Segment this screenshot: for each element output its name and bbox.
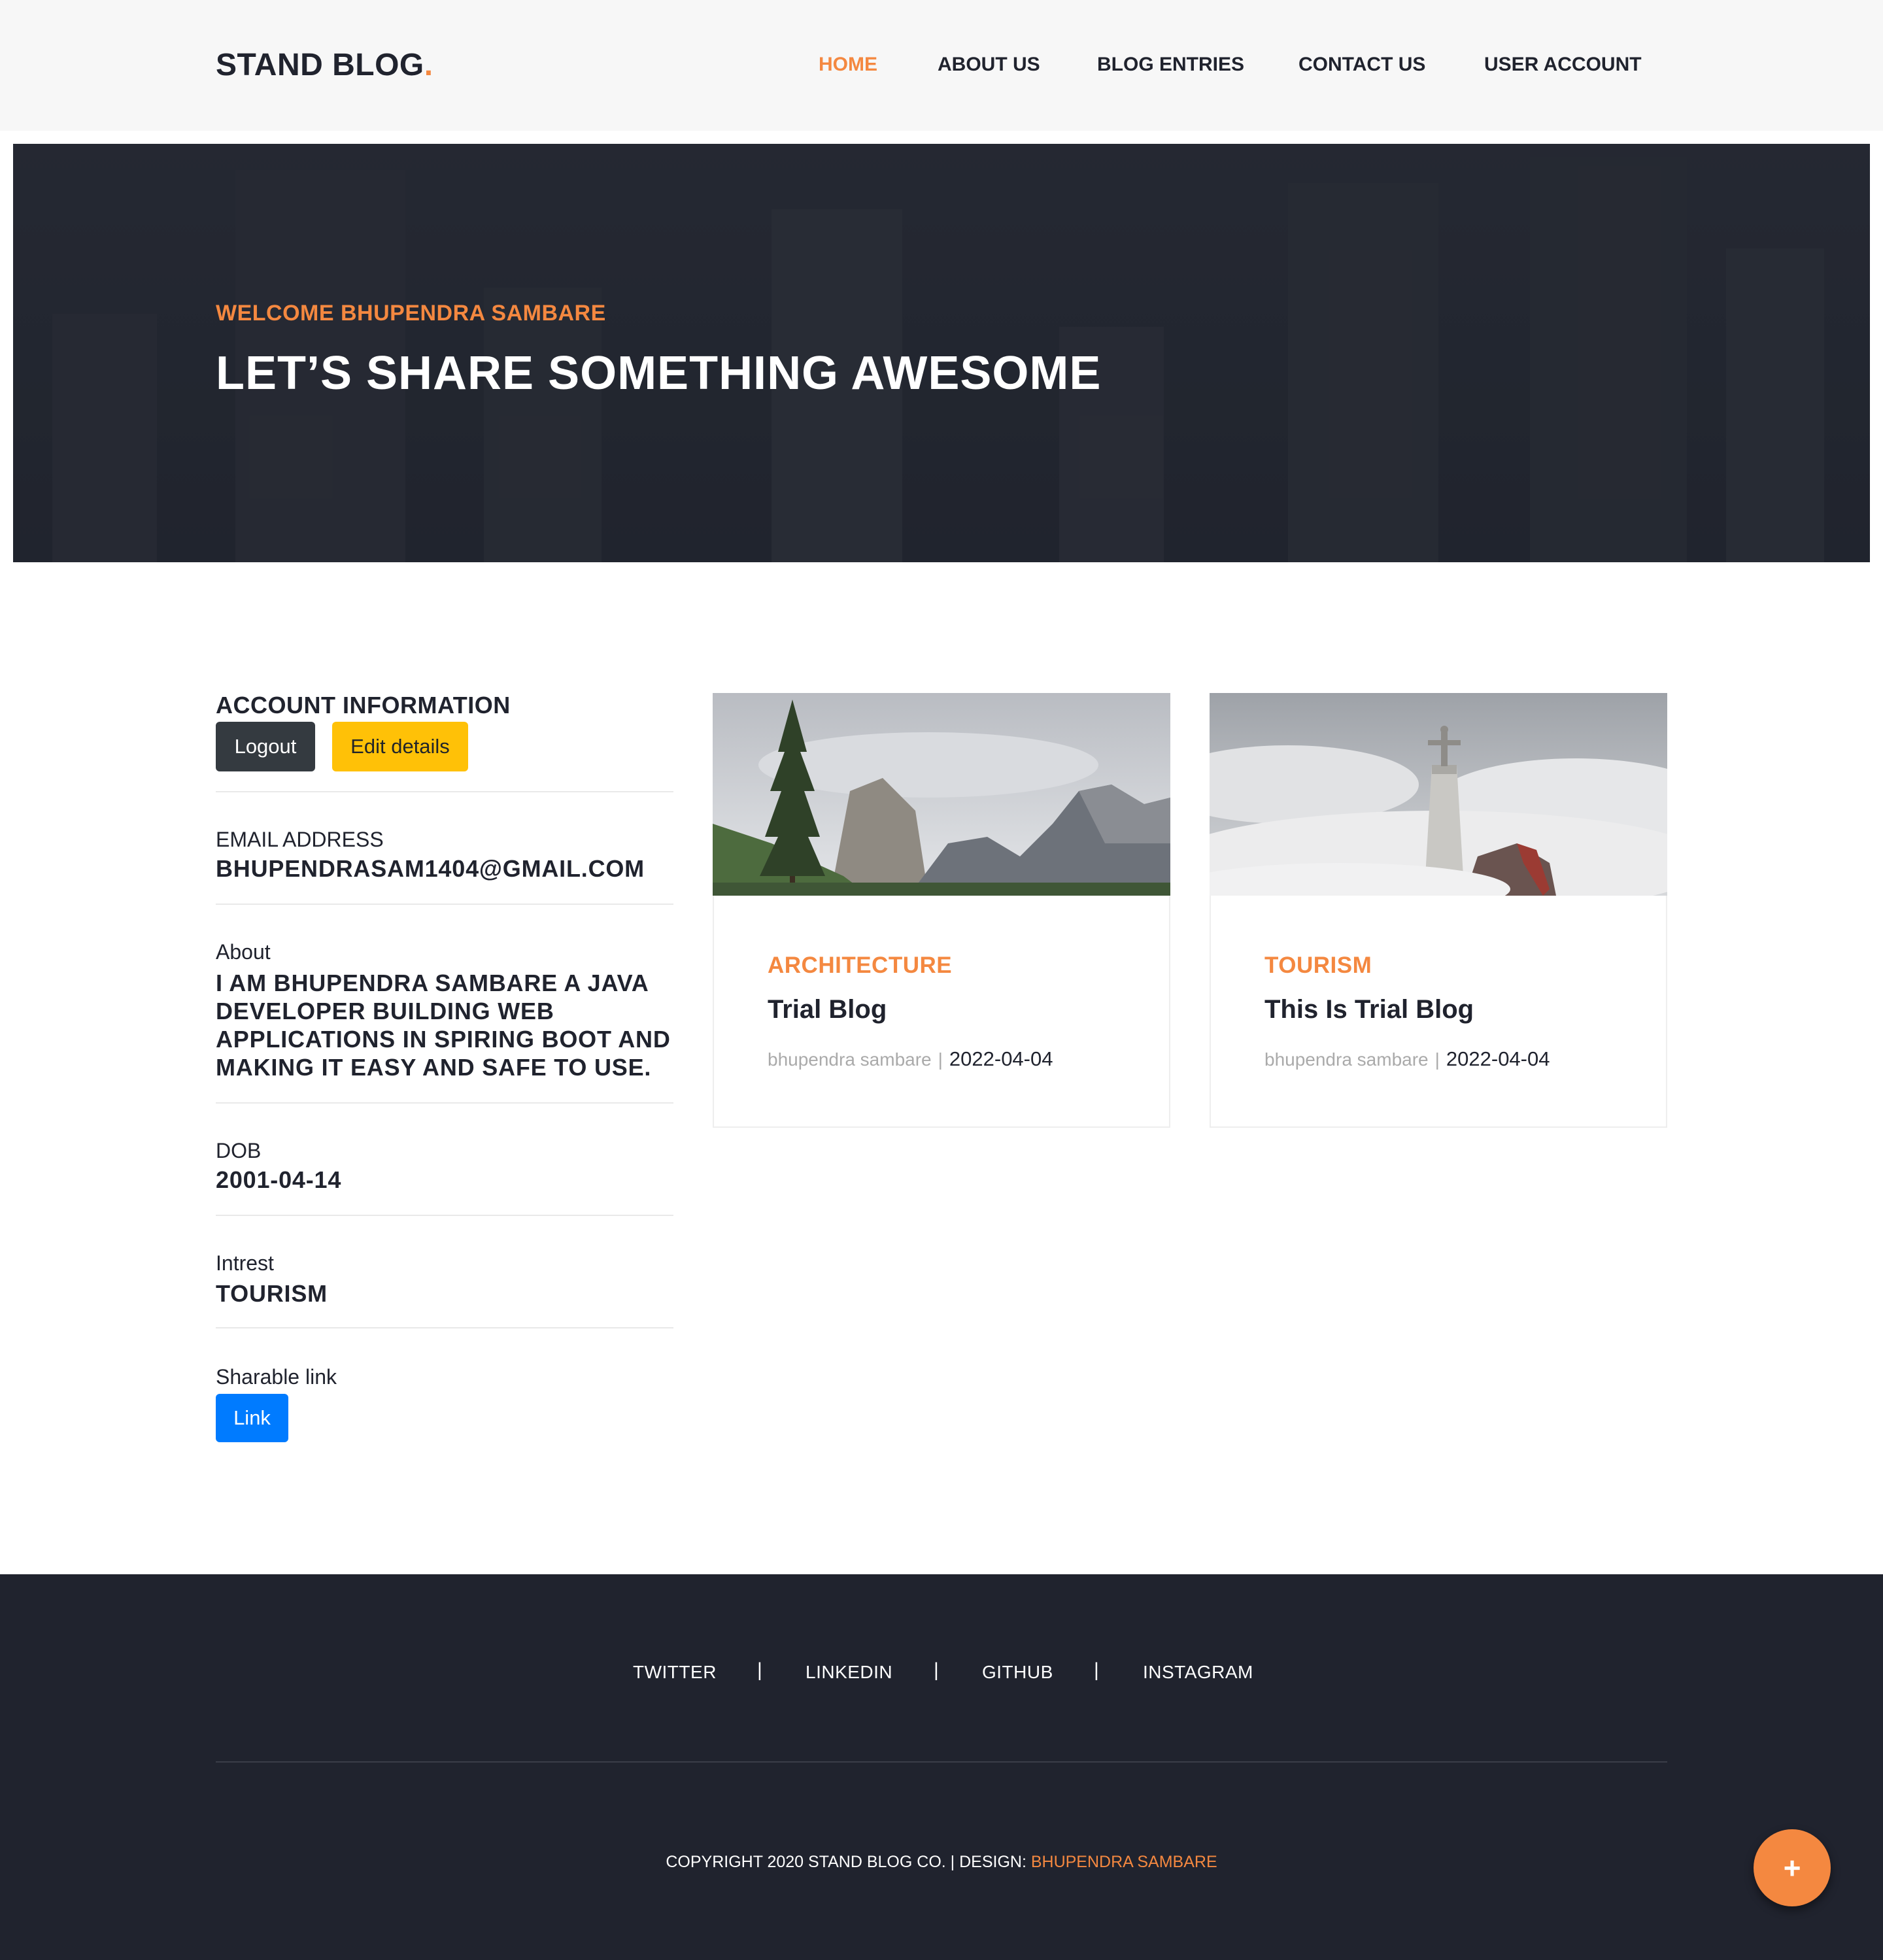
account-heading: ACCOUNT INFORMATION [216, 692, 511, 718]
divider [216, 1102, 673, 1104]
nav-about-us[interactable]: ABOUT US [938, 54, 1040, 80]
email-label: EMAIL ADDRESS [216, 828, 384, 851]
logo-dot: . [424, 48, 433, 82]
nav-user-account[interactable]: USER ACCOUNT [1484, 54, 1642, 80]
footer-divider [216, 1761, 1667, 1763]
edit-details-button[interactable]: Edit details [332, 722, 468, 771]
footer-link-instagram[interactable]: INSTAGRAM [1143, 1662, 1253, 1683]
dob-value: 2001-04-14 [216, 1166, 342, 1193]
logo-text: STAND BLOG [216, 48, 424, 82]
hero-title: LET’S SHARE SOMETHING AWESOME [216, 347, 1102, 399]
nav-blog-entries[interactable]: BLOG ENTRIES [1097, 54, 1244, 80]
post-category[interactable]: TOURISM [1264, 953, 1372, 979]
plus-icon: + [1783, 1851, 1801, 1885]
copyright-label: COPYRIGHT 2020 STAND BLOG CO. | DESIGN: [666, 1853, 1031, 1871]
floating-add-button[interactable]: + [1754, 1829, 1831, 1906]
footer-link-github[interactable]: GITHUB [982, 1662, 1053, 1683]
nav-home[interactable]: HOME [819, 54, 877, 80]
about-label: About [216, 940, 271, 964]
about-value: I AM BHUPENDRA SAMBARE A JAVA DEVELOPER … [216, 970, 671, 1081]
footer-separator: | [757, 1659, 762, 1681]
divider [216, 904, 673, 905]
sharable-link-label: Sharable link [216, 1365, 337, 1389]
post-date: 2022-04-04 [949, 1047, 1053, 1070]
divider [216, 1215, 673, 1216]
post-author: bhupendra sambare [1264, 1049, 1429, 1070]
blog-card[interactable]: TOURISM This Is Trial Blog bhupendra sam… [1210, 693, 1667, 1128]
post-category[interactable]: ARCHITECTURE [768, 953, 952, 979]
interest-value: TOURISM [216, 1280, 328, 1307]
divider [216, 791, 673, 792]
meta-separator: | [938, 1049, 943, 1070]
site-logo[interactable]: STAND BLOG. [216, 47, 433, 83]
sharable-link-button[interactable]: Link [216, 1394, 288, 1442]
blog-thumbnail-mountains[interactable] [713, 693, 1170, 896]
post-title[interactable]: Trial Blog [768, 995, 887, 1024]
footer-separator: | [934, 1659, 939, 1681]
post-title[interactable]: This Is Trial Blog [1264, 995, 1474, 1024]
post-date: 2022-04-04 [1446, 1047, 1550, 1070]
post-meta: bhupendra sambare | 2022-04-04 [1264, 1047, 1550, 1071]
post-author: bhupendra sambare [768, 1049, 932, 1070]
blog-thumbnail-statue[interactable] [1210, 693, 1667, 896]
blog-card[interactable]: ARCHITECTURE Trial Blog bhupendra sambar… [713, 693, 1170, 1128]
logout-button[interactable]: Logout [216, 722, 315, 771]
meta-separator: | [1434, 1049, 1440, 1070]
hero-banner: WELCOME BHUPENDRA SAMBARE LET’S SHARE SO… [13, 144, 1870, 562]
footer-link-twitter[interactable]: TWITTER [633, 1662, 717, 1683]
footer-link-linkedin[interactable]: LINKEDIN [806, 1662, 892, 1683]
dob-label: DOB [216, 1139, 262, 1162]
designer-link[interactable]: BHUPENDRA SAMBARE [1031, 1853, 1217, 1871]
footer-separator: | [1094, 1659, 1099, 1681]
copyright-text: COPYRIGHT 2020 STAND BLOG CO. | DESIGN: … [0, 1853, 1883, 1872]
site-footer: TWITTER | LINKEDIN | GITHUB | INSTAGRAM … [0, 1574, 1883, 1960]
divider [216, 1327, 673, 1328]
site-header: STAND BLOG. HOME ABOUT US BLOG ENTRIES C… [0, 0, 1883, 131]
hero-subtitle: WELCOME BHUPENDRA SAMBARE [216, 301, 606, 326]
nav-contact-us[interactable]: CONTACT US [1298, 54, 1425, 80]
interest-label: Intrest [216, 1251, 274, 1275]
post-meta: bhupendra sambare | 2022-04-04 [768, 1047, 1053, 1071]
email-value: BHUPENDRASAM1404@GMAIL.COM [216, 855, 645, 882]
